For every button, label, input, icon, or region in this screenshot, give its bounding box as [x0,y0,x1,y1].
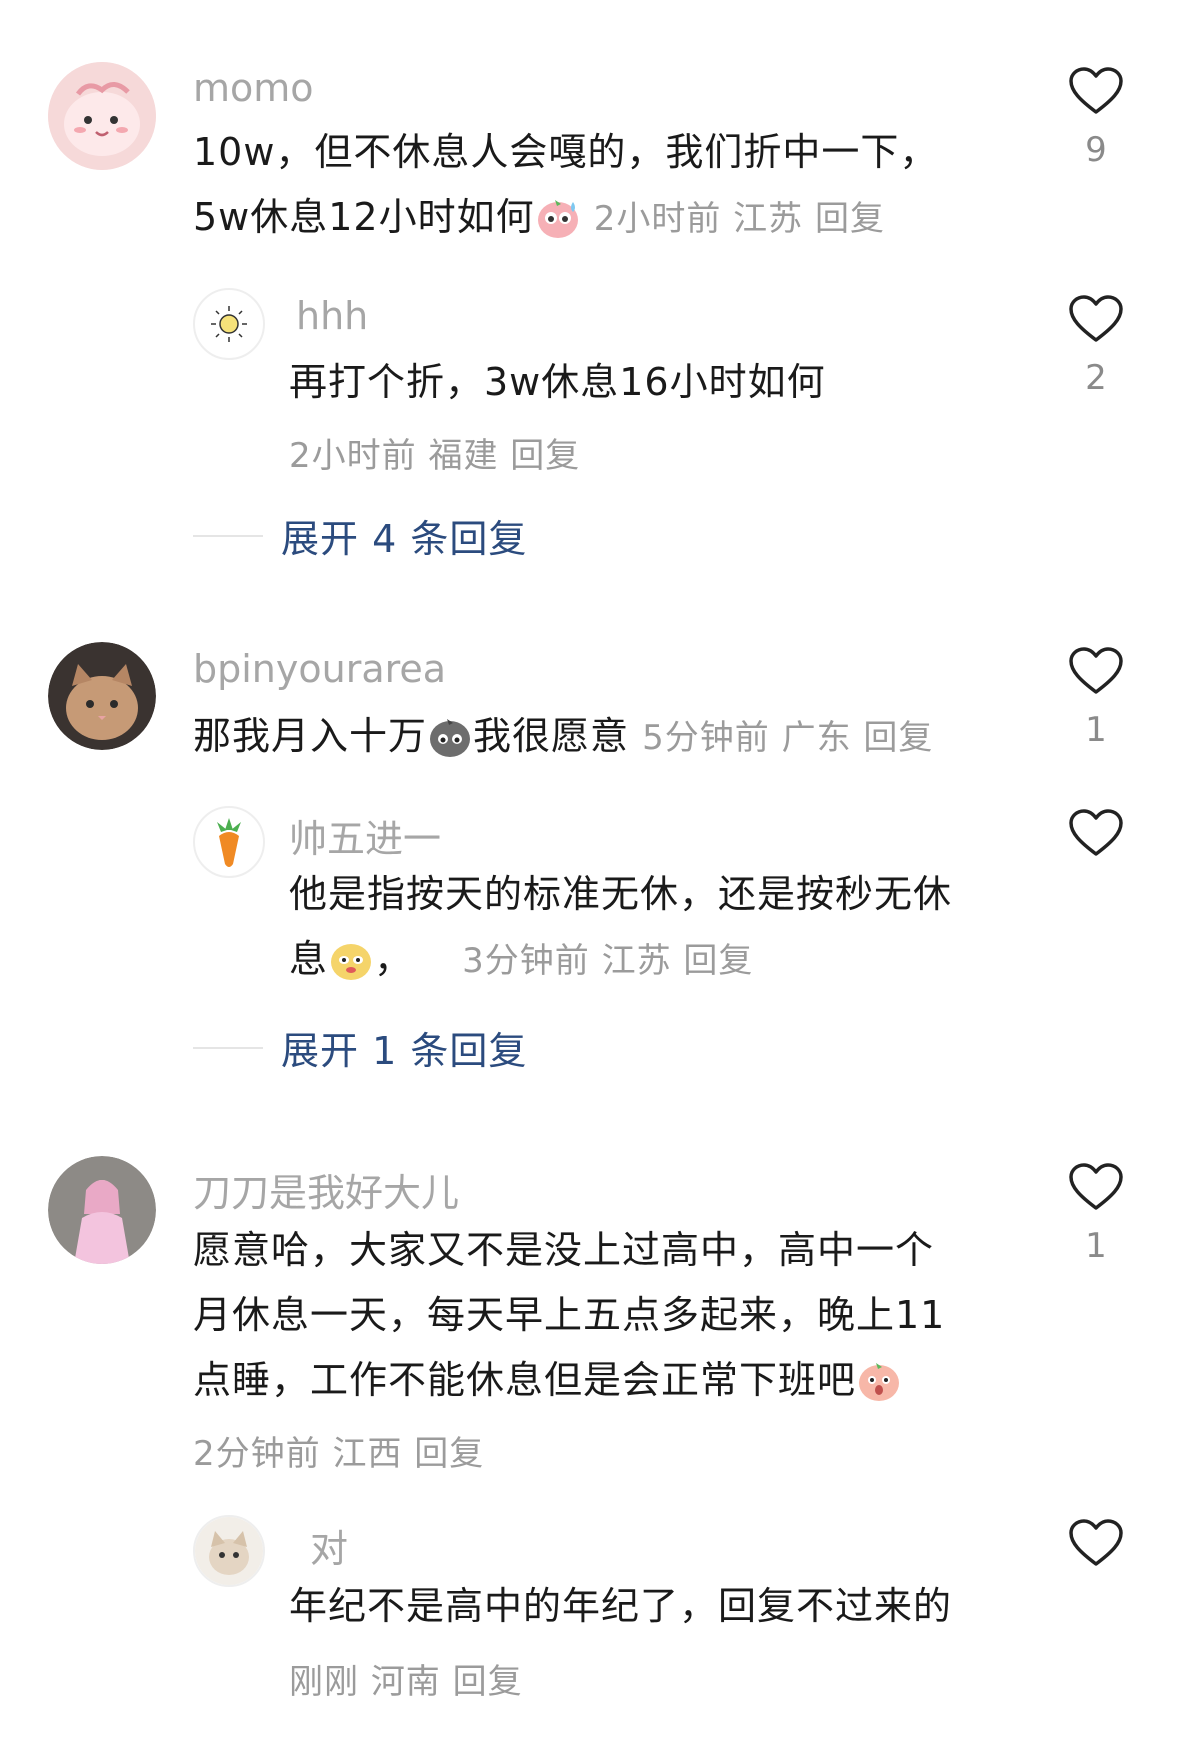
comment-text-line: 10w，但不休息人会嘎的，我们折中一下， [193,130,939,174]
comment-text: 那我月入十万 我很愿意 5分钟前 广东 回复 [193,704,933,771]
reply-button[interactable]: 回复 [683,941,753,981]
avatar[interactable] [193,1515,265,1587]
location: 河南 [370,1662,441,1702]
reply-text-line: 息 ， 3分钟前 江苏 回复 [289,927,1029,994]
reply-text-part: 息 [289,937,329,981]
like-count: 1 [1085,710,1107,750]
timestamp: 3分钟前 [462,941,590,981]
timestamp: 5分钟前 [642,718,770,758]
like-count: 9 [1085,130,1107,170]
heart-icon [1069,1519,1123,1566]
reply-button[interactable]: 回复 [414,1434,484,1474]
reply-text-part: ， [374,937,414,981]
location: 福建 [428,436,499,476]
comment-text-part: 那我月入十万 [193,714,428,758]
timestamp: 刚刚 [289,1662,359,1702]
like-button[interactable] [1066,1518,1126,1568]
location: 江苏 [601,941,672,981]
comment-text: 10w，但不休息人会嘎的，我们折中一下， 5w休息12小时如何 2小时前 江苏 … [193,120,1013,252]
timestamp: 2小时前 [289,436,417,476]
heart-icon [1069,295,1123,342]
reply-button[interactable]: 回复 [453,1662,523,1702]
like-button[interactable] [1066,808,1126,858]
username[interactable]: hhh [296,294,368,338]
comment-text-line: 点睡，工作不能休息但是会正常下班吧 [193,1348,1033,1413]
comment-meta: 2小时前 福建 回复 [289,428,580,477]
avatar[interactable] [48,1156,156,1264]
comment-text: 愿意哈，大家又不是没上过高中，高中一个 月休息一天，每天早上五点多起来，晚上11… [193,1218,1033,1413]
comment-text-line: 5w休息12小时如何 2小时前 江苏 回复 [193,185,1013,252]
heart-icon [1069,1163,1123,1210]
like-button[interactable]: 1 [1066,1162,1126,1266]
timestamp: 2小时前 [593,199,722,239]
avatar[interactable] [193,288,265,360]
like-button[interactable]: 2 [1066,294,1126,398]
expand-replies-button[interactable]: 展开 4 条回复 [193,508,527,563]
reply-text: 年纪不是高中的年纪了，回复不过来的 [289,1584,953,1628]
reply-button[interactable]: 回复 [863,718,933,758]
sweat-face-emoji [537,200,578,238]
cat-avatar-icon [195,1517,263,1585]
reply-button[interactable]: 回复 [815,199,885,239]
avatar[interactable] [48,62,156,170]
heart-icon [1069,809,1123,856]
comment-meta: 3分钟前 江苏 回复 [462,941,753,981]
divider [193,534,263,537]
gray-blob-emoji [430,719,471,757]
like-button[interactable]: 9 [1066,66,1126,170]
username[interactable]: 帅五进一 [289,808,441,863]
comment-text-part: 5w休息12小时如何 [193,195,535,239]
comment-text-line: 愿意哈，大家又不是没上过高中，高中一个 [193,1228,935,1272]
reply-button[interactable]: 回复 [510,436,580,476]
username[interactable]: 刀刀是我好大儿 [193,1162,459,1217]
timestamp: 2分钟前 [193,1434,321,1474]
expand-replies-label: 展开 1 条回复 [281,1029,528,1073]
avatar[interactable] [193,806,265,878]
comment-meta: 2小时前 江苏 回复 [594,199,885,239]
comment-meta: 2分钟前 江西 回复 [193,1426,484,1475]
like-count: 2 [1085,358,1107,398]
comment-meta: 5分钟前 广东 回复 [642,718,933,758]
comment-meta: 刚刚 河南 回复 [289,1654,523,1703]
divider [193,1046,263,1049]
like-button[interactable]: 1 [1066,646,1126,750]
heart-icon [1069,67,1123,114]
location: 江西 [332,1434,403,1474]
comment-text-part: 我很愿意 [473,714,630,758]
shy-face-emoji [859,1363,900,1401]
username[interactable]: momo [193,66,314,110]
username[interactable]: 对 [310,1518,348,1573]
location: 广东 [781,718,852,758]
carrot-icon [217,818,241,867]
heart-icon [1069,647,1123,694]
reply-text-line: 他是指按天的标准无休，还是按秒无休 [289,872,953,916]
username[interactable]: bpinyourarea [193,647,446,691]
expand-replies-label: 展开 4 条回复 [281,517,528,561]
location: 江苏 [733,199,804,239]
comment-text-line: 月休息一天，每天早上五点多起来，晚上11 [193,1293,946,1337]
expand-replies-button[interactable]: 展开 1 条回复 [193,1020,527,1075]
reply-text: 再打个折，3w休息16小时如何 [289,360,826,404]
sun-icon [211,306,247,342]
yellow-face-emoji [331,944,372,980]
avatar[interactable] [48,642,156,750]
comment-text-part: 点睡，工作不能休息但是会正常下班吧 [193,1358,857,1402]
like-count: 1 [1085,1226,1107,1266]
reply-text: 他是指按天的标准无休，还是按秒无休 息 ， 3分钟前 江苏 回复 [289,862,1029,994]
